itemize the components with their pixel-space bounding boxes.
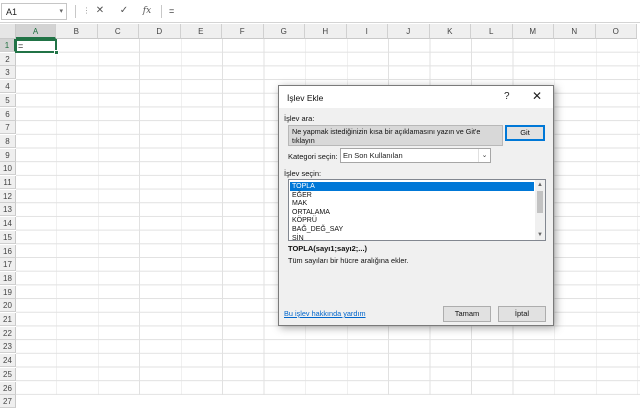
column-header-l[interactable]: L [471,24,513,39]
chevron-down-icon[interactable]: ⌄ [478,149,490,162]
row-header-7[interactable]: 7 [0,121,16,135]
row-header-13[interactable]: 13 [0,203,16,217]
row-header-4[interactable]: 4 [0,80,16,94]
name-box[interactable]: A1 ▾ [1,3,67,20]
column-header-b[interactable]: B [56,24,98,39]
row-header-26[interactable]: 26 [0,381,16,395]
row-header-2[interactable]: 2 [0,52,16,66]
formula-input[interactable]: = [165,3,639,20]
category-label: Kategori seçin: [288,152,338,161]
category-select[interactable]: En Son Kullanılan ⌄ [340,148,491,163]
row-header-24[interactable]: 24 [0,354,16,368]
function-list-scrollbar[interactable]: ▲ ▼ [535,180,545,240]
function-list-label: İşlev seçin: [284,169,322,178]
row-header-22[interactable]: 22 [0,326,16,340]
column-header-o[interactable]: O [595,24,637,39]
formula-bar-separator [161,5,162,18]
function-list[interactable]: TOPLA EĞER MAK ORTALAMA KÖPRÜ BAĞ_DEĞ_SAY SİN … [288,179,546,241]
scroll-thumb[interactable] [537,191,543,213]
column-header-f[interactable]: F [222,24,264,39]
row-header-14[interactable]: 14 [0,217,16,231]
function-list-item[interactable]: SİN [290,234,534,240]
cancel-button[interactable]: İptal [498,306,546,322]
function-search-input[interactable]: Ne yapmak istediğinizin kısa bir açıklam… [288,125,503,146]
dialog-title: İşlev Ekle [287,93,324,103]
row-header-10[interactable]: 10 [0,162,16,176]
name-box-value: A1 [6,7,18,17]
row-header-19[interactable]: 19 [0,285,16,299]
column-header-m[interactable]: M [512,24,554,39]
search-label: İşlev ara: [284,114,315,123]
row-header-15[interactable]: 15 [0,230,16,244]
drag-handle-icon[interactable]: ⋮ [79,4,93,18]
row-header-8[interactable]: 8 [0,134,16,148]
active-cell-a1[interactable]: = [15,39,59,55]
insert-function-icon[interactable]: fx [140,4,154,18]
column-header-i[interactable]: I [346,24,388,39]
row-header-9[interactable]: 9 [0,148,16,162]
row-header-1[interactable]: 1 [0,39,16,52]
enter-formula-icon[interactable]: ✓ [117,4,131,18]
row-header-3[interactable]: 3 [0,66,16,80]
row-header-25[interactable]: 25 [0,367,16,381]
active-cell-value: = [18,41,24,51]
row-header-20[interactable]: 20 [0,299,16,313]
row-header-5[interactable]: 5 [0,93,16,107]
column-header-j[interactable]: J [388,24,430,39]
column-header-n[interactable]: N [554,24,596,39]
category-value: En Son Kullanılan [343,151,403,160]
cancel-formula-icon[interactable]: ✕ [93,4,107,18]
column-header-c[interactable]: C [97,24,139,39]
search-text: Ne yapmak istediğinizin kısa bir açıklam… [292,127,481,145]
go-button[interactable]: Git [505,125,545,141]
column-header-k[interactable]: K [429,24,471,39]
name-box-dropdown-icon[interactable]: ▾ [59,7,63,15]
fill-handle[interactable] [54,50,59,55]
help-link[interactable]: Bu işlev hakkında yardım [284,309,366,318]
function-description: Tüm sayıları bir hücre aralığına ekler. [288,256,409,265]
scroll-up-icon[interactable]: ▲ [535,180,545,190]
formula-text: = [169,6,175,16]
row-header-21[interactable]: 21 [0,313,16,326]
row-header-16[interactable]: 16 [0,244,16,258]
formula-bar-separator [75,5,76,18]
row-header-11[interactable]: 11 [0,176,16,189]
row-header-12[interactable]: 12 [0,189,16,203]
row-header-27[interactable]: 27 [0,395,16,408]
ok-button[interactable]: Tamam [443,306,491,322]
row-header-6[interactable]: 6 [0,107,16,121]
row-header-18[interactable]: 18 [0,271,16,285]
dialog-title-bar[interactable]: İşlev Ekle ? ✕ [279,86,553,108]
scroll-down-icon[interactable]: ▼ [535,230,545,240]
formula-bar: A1 ▾ ⋮ ✕ ✓ fx = [0,0,640,23]
column-header-g[interactable]: G [263,24,305,39]
close-icon[interactable]: ✕ [532,89,542,103]
help-icon[interactable]: ? [504,91,510,102]
row-header-23[interactable]: 23 [0,340,16,354]
select-all-corner[interactable] [0,24,16,39]
insert-function-dialog: İşlev Ekle ? ✕ İşlev ara: Ne yapmak iste… [278,85,554,326]
column-header-e[interactable]: E [180,24,222,39]
column-header-a[interactable]: A [16,24,56,39]
column-header-h[interactable]: H [305,24,347,39]
function-syntax: TOPLA(sayı1;sayı2;...) [288,244,368,253]
column-header-d[interactable]: D [139,24,181,39]
row-header-17[interactable]: 17 [0,258,16,272]
